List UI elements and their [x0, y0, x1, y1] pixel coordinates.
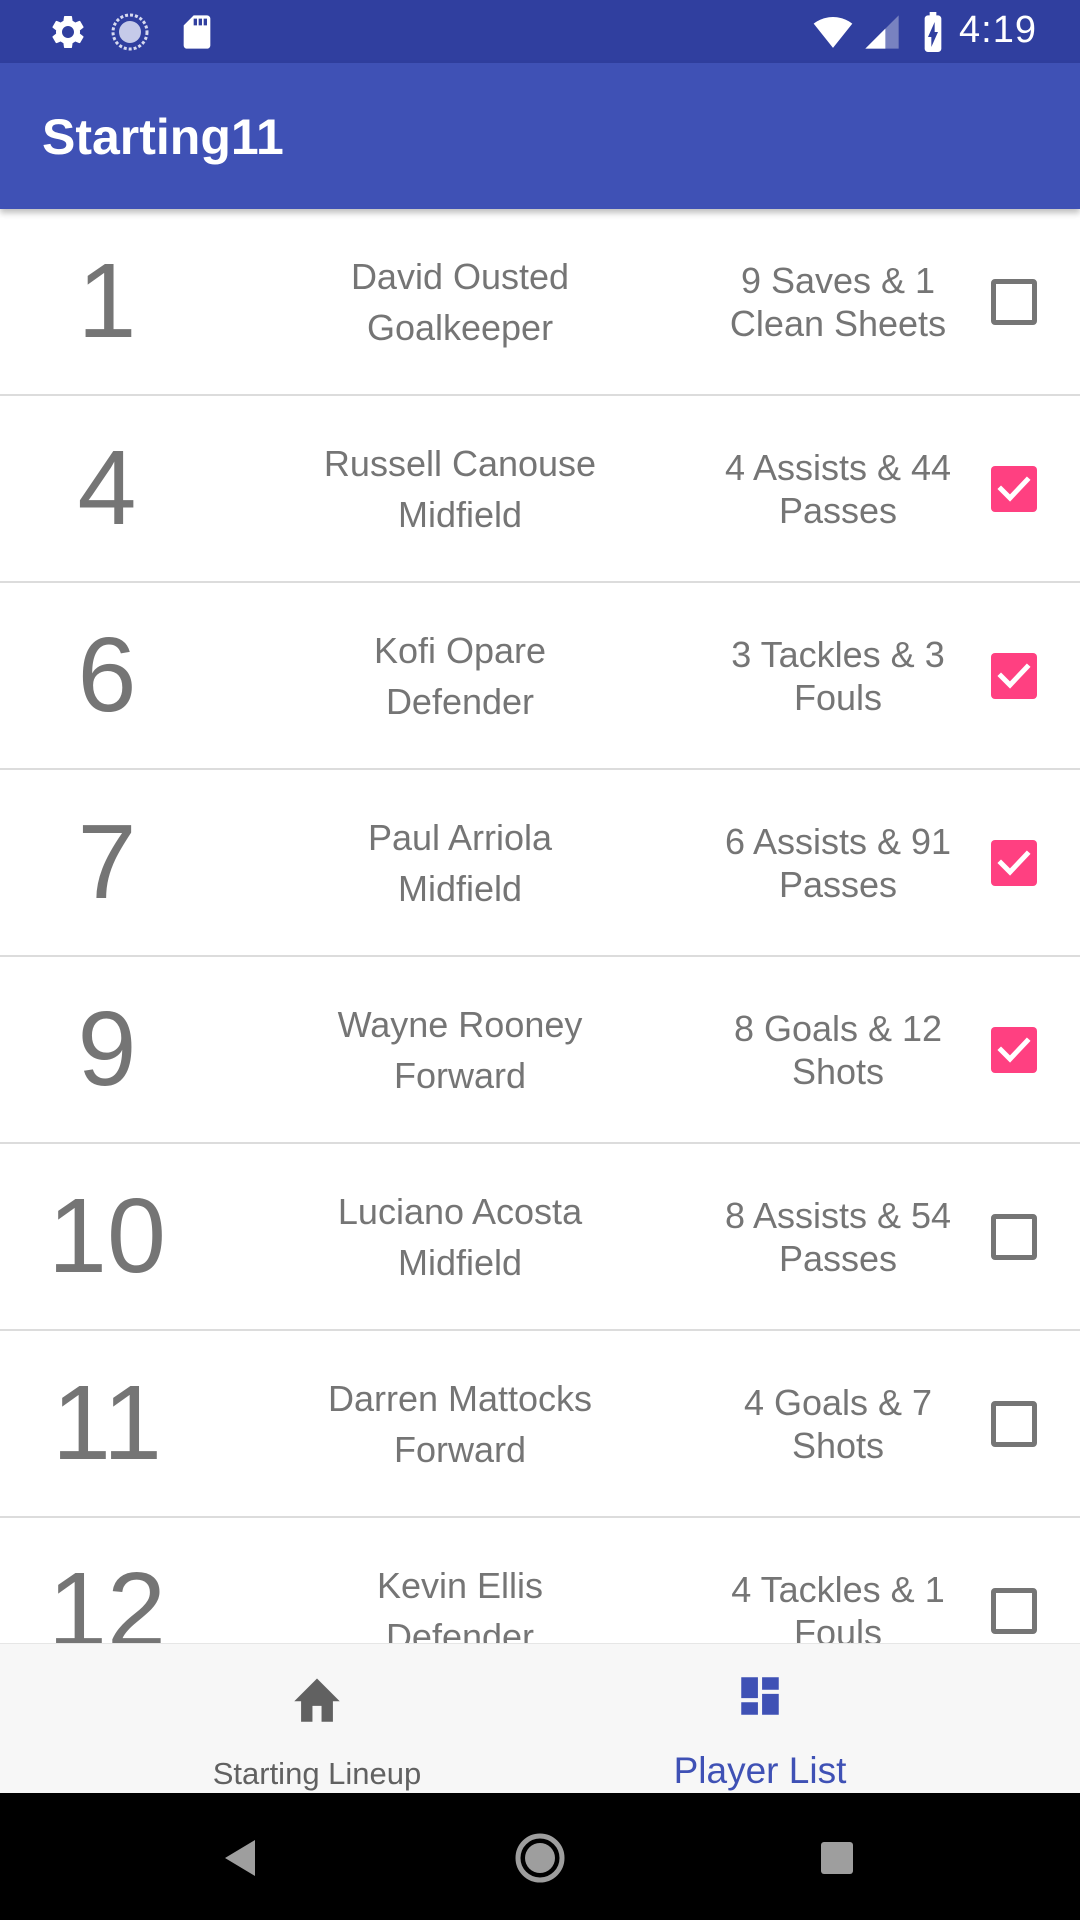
system-navigation-bar [0, 1793, 1080, 1920]
battery-charging-icon [924, 12, 942, 52]
status-bar: 4:19 [0, 0, 1080, 63]
player-info: Luciano Acosta Midfield [270, 1144, 650, 1329]
player-info: Russell Canouse Midfield [270, 396, 650, 581]
player-row[interactable]: 7 Paul Arriola Midfield 6 Assists & 91 P… [0, 770, 1080, 957]
player-position: Midfield [397, 1241, 523, 1283]
player-number: 12 [48, 1551, 166, 1643]
player-info: David Ousted Goalkeeper [270, 209, 650, 394]
bottom-navigation: Starting Lineup Player List [0, 1643, 1080, 1794]
checkmark-icon [997, 1037, 1031, 1063]
player-select-checkbox[interactable] [991, 653, 1037, 699]
player-number: 4 [77, 429, 137, 547]
player-select-checkbox[interactable] [991, 1588, 1037, 1634]
player-name: Kofi Opare [373, 629, 547, 671]
nav-label: Player List [673, 1750, 847, 1791]
nav-player-list[interactable]: Player List [490, 1644, 1030, 1794]
player-name: Darren Mattocks [327, 1377, 593, 1419]
player-select-checkbox[interactable] [991, 840, 1037, 886]
player-stats: 6 Assists & 91 Passes [724, 820, 952, 905]
player-number: 11 [51, 1364, 163, 1482]
player-name: Wayne Rooney [337, 1003, 583, 1045]
player-select-checkbox[interactable] [991, 1214, 1037, 1260]
player-number: 10 [48, 1177, 166, 1295]
checkmark-icon [997, 850, 1031, 876]
player-row[interactable]: 12 Kevin Ellis Defender 4 Tackles & 1 Fo… [0, 1518, 1080, 1643]
player-select-checkbox[interactable] [991, 1027, 1037, 1073]
player-stats: 8 Goals & 12 Shots [733, 1007, 943, 1092]
player-stats: 3 Tackles & 3 Fouls [731, 633, 945, 718]
player-select-checkbox[interactable] [991, 466, 1037, 512]
player-position: Forward [393, 1428, 527, 1470]
sync-icon [111, 13, 149, 51]
player-name: Kevin Ellis [376, 1564, 544, 1606]
player-name: David Ousted [350, 255, 570, 297]
back-icon[interactable] [211, 1828, 271, 1888]
player-number: 1 [77, 242, 137, 360]
home-button-icon[interactable] [510, 1828, 570, 1888]
player-info: Paul Arriola Midfield [270, 770, 650, 955]
player-row[interactable]: 11 Darren Mattocks Forward 4 Goals & 7 S… [0, 1331, 1080, 1518]
gear-icon [52, 15, 84, 48]
player-position: Forward [393, 1054, 527, 1096]
player-stats: 9 Saves & 1 Clean Sheets [729, 259, 947, 344]
player-position: Midfield [397, 867, 523, 909]
player-select-checkbox[interactable] [991, 1401, 1037, 1447]
player-name: Paul Arriola [367, 816, 553, 858]
player-stats: 4 Assists & 44 Passes [724, 446, 952, 531]
home-icon [294, 1678, 340, 1722]
player-info: Kofi Opare Defender [270, 583, 650, 768]
player-position: Midfield [397, 493, 523, 535]
player-list[interactable]: 1 David Ousted Goalkeeper 9 Saves & 1 Cl… [0, 209, 1080, 1643]
signal-icon [865, 15, 899, 49]
player-info: Kevin Ellis Defender [270, 1518, 650, 1644]
checkmark-icon [997, 476, 1031, 502]
player-row[interactable]: 1 David Ousted Goalkeeper 9 Saves & 1 Cl… [0, 209, 1080, 396]
player-row[interactable]: 4 Russell Canouse Midfield 4 Assists & 4… [0, 396, 1080, 583]
player-position: Goalkeeper [366, 306, 554, 348]
player-position: Defender [385, 680, 535, 722]
player-row[interactable]: 9 Wayne Rooney Forward 8 Goals & 12 Shot… [0, 957, 1080, 1144]
player-row[interactable]: 10 Luciano Acosta Midfield 8 Assists & 5… [0, 1144, 1080, 1331]
player-number: 9 [77, 990, 137, 1108]
checkmark-icon [997, 663, 1031, 689]
player-row[interactable]: 6 Kofi Opare Defender 3 Tackles & 3 Foul… [0, 583, 1080, 770]
player-stats: 4 Tackles & 1 Fouls [731, 1568, 945, 1644]
page-title: Starting11 [42, 109, 284, 165]
recents-icon[interactable] [807, 1828, 867, 1888]
player-info: Darren Mattocks Forward [270, 1331, 650, 1516]
player-stats: 4 Goals & 7 Shots [743, 1381, 933, 1466]
wifi-icon [813, 17, 853, 48]
player-position: Defender [385, 1615, 535, 1644]
player-info: Wayne Rooney Forward [270, 957, 650, 1142]
status-time: 4:19 [959, 9, 1037, 51]
player-name: Russell Canouse [323, 442, 597, 484]
sd-card-icon [183, 15, 211, 49]
player-stats: 8 Assists & 54 Passes [724, 1194, 952, 1279]
player-number: 7 [77, 803, 137, 921]
player-name: Luciano Acosta [337, 1190, 583, 1232]
player-select-checkbox[interactable] [991, 279, 1037, 325]
app-bar: Starting11 [0, 63, 1080, 209]
player-number: 6 [77, 616, 137, 734]
dashboard-icon [741, 1677, 779, 1715]
